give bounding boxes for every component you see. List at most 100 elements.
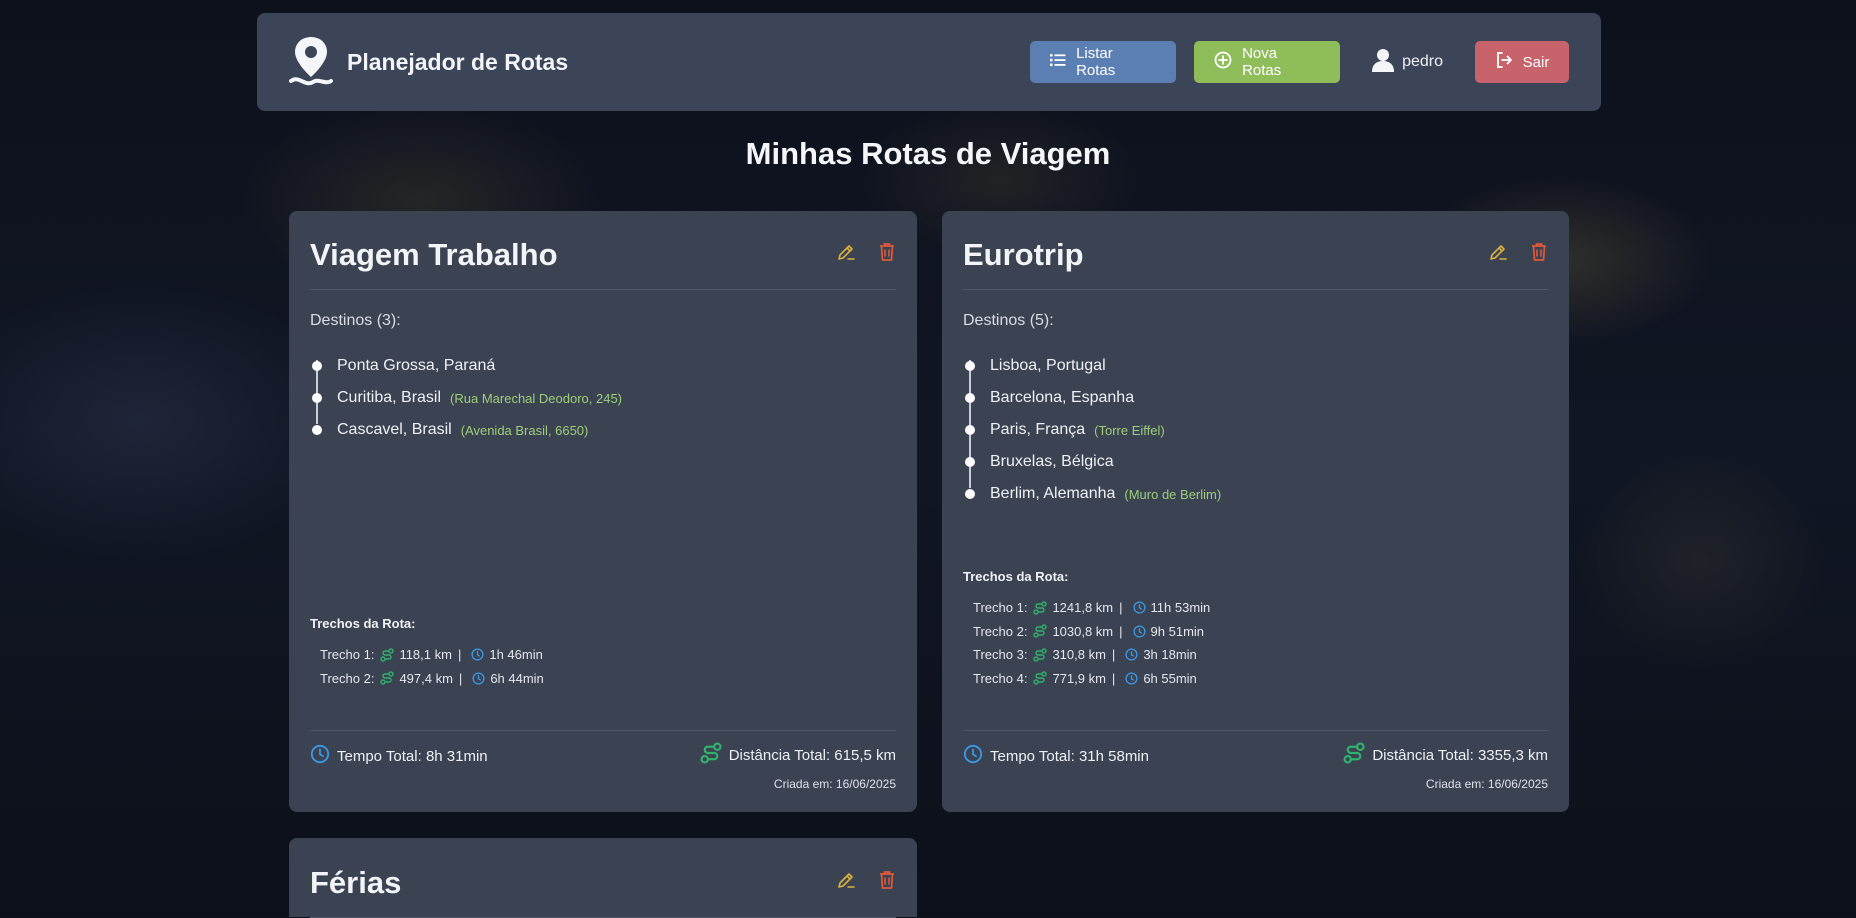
destination-name: Paris, França	[990, 421, 1086, 438]
destinations-list: Lisboa, Portugal Barcelona, Espanha Pari…	[963, 350, 1548, 510]
route-icon	[1033, 648, 1048, 662]
card-footer: Tempo Total: 31h 58min Distância Total: …	[963, 730, 1548, 768]
logout-icon	[1495, 51, 1513, 73]
list-routes-label: Listar Rotas	[1076, 45, 1116, 79]
destination-note: (Avenida Brasil, 6650)	[460, 422, 589, 438]
leg-label: Trecho 3:	[973, 647, 1028, 663]
leg-separator: |	[458, 670, 463, 686]
user-name: pedro	[1402, 53, 1443, 70]
route-icon	[1343, 742, 1365, 768]
leg-time: 6h 44min	[490, 670, 544, 686]
destinations-label: Destinos (3):	[310, 312, 401, 329]
clock-icon	[1132, 601, 1146, 614]
delete-icon[interactable]	[878, 870, 896, 890]
destination-item: Berlim, Alemanha (Muro de Berlim)	[963, 478, 1548, 510]
clock-icon	[963, 744, 983, 768]
leg-separator: |	[1119, 623, 1123, 639]
clock-icon	[471, 648, 484, 661]
leg-separator: |	[1111, 647, 1116, 663]
card-actions	[836, 866, 896, 890]
destination-note: (Muro de Berlim)	[1124, 486, 1222, 502]
leg-distance: 310,8 km	[1052, 647, 1106, 663]
clock-icon	[1132, 625, 1146, 638]
destinations-list: Ponta Grossa, Paraná Curitiba, Brasil (Ru…	[310, 350, 896, 446]
leg-separator: |	[1119, 600, 1123, 616]
edit-icon[interactable]	[836, 242, 856, 262]
route-card: Férias	[289, 838, 917, 918]
destination-name: Ponta Grossa, Paraná	[337, 357, 496, 374]
destination-item: Cascavel, Brasil (Avenida Brasil, 6650)	[310, 414, 896, 446]
total-distance: Distância Total: 615,5 km	[700, 742, 896, 768]
card-actions	[836, 238, 896, 262]
destination-name: Berlim, Alemanha	[990, 485, 1116, 502]
leg-separator: |	[1111, 670, 1116, 686]
leg-label: Trecho 2:	[320, 670, 375, 686]
destination-name: Cascavel, Brasil	[337, 421, 452, 438]
clock-icon	[1125, 648, 1138, 661]
destination-item: Ponta Grossa, Paraná	[310, 350, 896, 382]
leg-row: Trecho 1: 118,1 km | 1h 46min	[310, 643, 544, 667]
leg-distance: 771,9 km	[1052, 670, 1106, 686]
leg-distance: 118,1 km	[399, 647, 452, 663]
leg-label: Trecho 4:	[973, 670, 1028, 686]
leg-row: Trecho 3: 310,8 km | 3h 18min	[963, 643, 1210, 667]
timeline-dot	[965, 425, 975, 435]
card-header: Eurotrip	[963, 211, 1548, 290]
destination-name: Bruxelas, Bélgica	[990, 453, 1114, 470]
leg-row: Trecho 2: 497,4 km | 6h 44min	[310, 667, 544, 691]
new-route-button[interactable]: Nova Rotas	[1194, 41, 1341, 83]
brand[interactable]: Planejador de Rotas	[289, 35, 568, 89]
destination-name: Barcelona, Espanha	[990, 389, 1135, 406]
destination-name: Lisboa, Portugal	[990, 357, 1106, 374]
page-title: Minhas Rotas de Viagem	[745, 136, 1111, 171]
total-time-text: Tempo Total: 31h 58min	[990, 747, 1149, 765]
clock-icon	[310, 744, 330, 768]
leg-time: 11h 53min	[1150, 600, 1211, 616]
destination-item: Curitiba, Brasil (Rua Marechal Deodoro, 2…	[310, 382, 896, 414]
clock-icon	[472, 672, 485, 685]
total-distance: Distância Total: 3355,3 km	[1343, 742, 1548, 768]
list-routes-button[interactable]: Listar Rotas	[1030, 41, 1177, 83]
edit-icon[interactable]	[836, 870, 856, 890]
leg-row: Trecho 2: 1030,8 km | 9h 51min	[963, 620, 1210, 644]
leg-distance: 497,4 km	[399, 670, 453, 686]
clock-icon	[1125, 672, 1138, 685]
leg-separator: |	[457, 647, 462, 663]
route-card: Viagem Trabalho Destinos (3): Ponta Gros…	[289, 211, 917, 812]
destination-item: Lisboa, Portugal	[963, 350, 1548, 382]
map-pin-route-icon	[289, 35, 333, 89]
total-time: Tempo Total: 8h 31min	[310, 744, 488, 768]
leg-time: 1h 46min	[489, 647, 543, 663]
timeline-dot	[312, 393, 322, 403]
delete-icon[interactable]	[878, 242, 896, 262]
leg-time: 6h 55min	[1143, 670, 1197, 686]
leg-row: Trecho 1: 1241,8 km | 11h 53min	[963, 596, 1210, 620]
delete-icon[interactable]	[1530, 242, 1548, 262]
legs-title: Trechos da Rota:	[310, 616, 416, 631]
route-icon	[1033, 624, 1048, 638]
destination-note: (Rua Marechal Deodoro, 245)	[450, 390, 623, 406]
destination-name: Curitiba, Brasil	[337, 389, 442, 406]
destination-item: Barcelona, Espanha	[963, 382, 1548, 414]
user-profile[interactable]: pedro	[1358, 48, 1457, 77]
leg-distance: 1241,8 km	[1052, 600, 1114, 616]
route-icon	[380, 648, 395, 662]
edit-icon[interactable]	[1488, 242, 1508, 262]
destination-item: Paris, França (Torre Eiffel)	[963, 414, 1548, 446]
logout-button[interactable]: Sair	[1475, 41, 1569, 83]
timeline-dot	[965, 361, 975, 371]
timeline-dot	[965, 393, 975, 403]
list-icon	[1050, 53, 1066, 71]
timeline-dot	[965, 489, 975, 499]
card-header: Férias	[310, 838, 896, 918]
created-date: Criada em: 16/06/2025	[1425, 777, 1548, 791]
legs-title: Trechos da Rota:	[963, 569, 1069, 584]
card-header: Viagem Trabalho	[310, 211, 896, 290]
created-date: Criada em: 16/06/2025	[773, 777, 896, 791]
leg-label: Trecho 1:	[973, 600, 1028, 616]
total-distance-text: Distância Total: 615,5 km	[728, 746, 896, 764]
new-route-label: Nova Rotas	[1242, 45, 1282, 79]
route-icon	[380, 671, 395, 685]
route-legs: Trechos da Rota: Trecho 1: 118,1 km | 1h…	[310, 616, 544, 690]
app-title: Planejador de Rotas	[347, 48, 569, 75]
